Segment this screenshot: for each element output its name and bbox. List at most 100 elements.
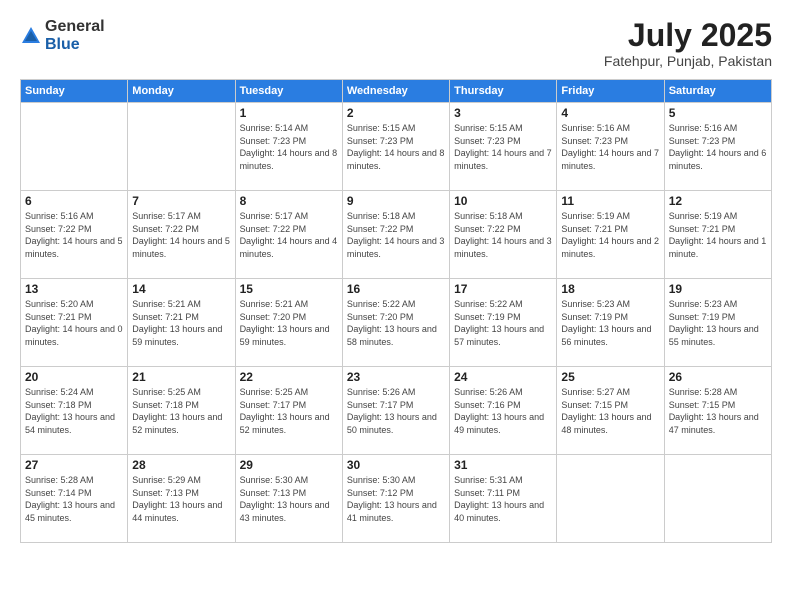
calendar-table: Sunday Monday Tuesday Wednesday Thursday…: [20, 79, 772, 543]
day-info: Sunrise: 5:28 AM Sunset: 7:15 PM Dayligh…: [669, 386, 767, 436]
table-row: 2 Sunrise: 5:15 AM Sunset: 7:23 PM Daylig…: [342, 103, 449, 191]
table-row: 20 Sunrise: 5:24 AM Sunset: 7:18 PM Dayli…: [21, 367, 128, 455]
table-row: 30 Sunrise: 5:30 AM Sunset: 7:12 PM Dayli…: [342, 455, 449, 543]
table-row: 5 Sunrise: 5:16 AM Sunset: 7:23 PM Daylig…: [664, 103, 771, 191]
day-number: 25: [561, 370, 659, 384]
table-row: 1 Sunrise: 5:14 AM Sunset: 7:23 PM Daylig…: [235, 103, 342, 191]
day-number: 16: [347, 282, 445, 296]
day-info: Sunrise: 5:26 AM Sunset: 7:16 PM Dayligh…: [454, 386, 552, 436]
day-info: Sunrise: 5:16 AM Sunset: 7:23 PM Dayligh…: [561, 122, 659, 172]
location: Fatehpur, Punjab, Pakistan: [604, 53, 772, 69]
day-number: 12: [669, 194, 767, 208]
table-row: 15 Sunrise: 5:21 AM Sunset: 7:20 PM Dayli…: [235, 279, 342, 367]
table-row: 25Sunrise: 5:27 AM Sunset: 7:15 PM Dayli…: [557, 367, 664, 455]
day-number: 31: [454, 458, 552, 472]
table-row: 7 Sunrise: 5:17 AM Sunset: 7:22 PM Daylig…: [128, 191, 235, 279]
table-row: 26 Sunrise: 5:28 AM Sunset: 7:15 PM Dayli…: [664, 367, 771, 455]
day-info: Sunrise: 5:16 AM Sunset: 7:23 PM Dayligh…: [669, 122, 767, 172]
day-info: Sunrise: 5:24 AM Sunset: 7:18 PM Dayligh…: [25, 386, 123, 436]
month-title: July 2025: [604, 18, 772, 53]
table-row: 14Sunrise: 5:21 AM Sunset: 7:21 PM Dayli…: [128, 279, 235, 367]
table-row: 22Sunrise: 5:25 AM Sunset: 7:17 PM Dayli…: [235, 367, 342, 455]
day-info: Sunrise: 5:25 AM Sunset: 7:18 PM Dayligh…: [132, 386, 230, 436]
logo-icon: [20, 25, 42, 47]
day-number: 9: [347, 194, 445, 208]
day-number: 28: [132, 458, 230, 472]
table-row: 19Sunrise: 5:23 AM Sunset: 7:19 PM Dayli…: [664, 279, 771, 367]
day-number: 5: [669, 106, 767, 120]
day-info: Sunrise: 5:20 AM Sunset: 7:21 PM Dayligh…: [25, 298, 123, 348]
table-row: 6 Sunrise: 5:16 AM Sunset: 7:22 PM Daylig…: [21, 191, 128, 279]
day-number: 4: [561, 106, 659, 120]
col-monday: Monday: [128, 80, 235, 103]
table-row: 12 Sunrise: 5:19 AM Sunset: 7:21 PM Dayli…: [664, 191, 771, 279]
day-info: Sunrise: 5:23 AM Sunset: 7:19 PM Dayligh…: [561, 298, 659, 348]
day-info: Sunrise: 5:30 AM Sunset: 7:12 PM Dayligh…: [347, 474, 445, 524]
calendar-week-row: 6 Sunrise: 5:16 AM Sunset: 7:22 PM Daylig…: [21, 191, 772, 279]
table-row: 8 Sunrise: 5:17 AM Sunset: 7:22 PM Daylig…: [235, 191, 342, 279]
table-row: 17 Sunrise: 5:22 AM Sunset: 7:19 PM Dayli…: [450, 279, 557, 367]
day-number: 27: [25, 458, 123, 472]
day-info: Sunrise: 5:16 AM Sunset: 7:22 PM Dayligh…: [25, 210, 123, 260]
day-info: Sunrise: 5:18 AM Sunset: 7:22 PM Dayligh…: [347, 210, 445, 260]
table-row: 3 Sunrise: 5:15 AM Sunset: 7:23 PM Daylig…: [450, 103, 557, 191]
table-row: 11Sunrise: 5:19 AM Sunset: 7:21 PM Dayli…: [557, 191, 664, 279]
table-row: 23Sunrise: 5:26 AM Sunset: 7:17 PM Dayli…: [342, 367, 449, 455]
table-row: 21Sunrise: 5:25 AM Sunset: 7:18 PM Dayli…: [128, 367, 235, 455]
day-info: Sunrise: 5:15 AM Sunset: 7:23 PM Dayligh…: [454, 122, 552, 172]
table-row: [664, 455, 771, 543]
table-row: [128, 103, 235, 191]
day-number: 1: [240, 106, 338, 120]
logo-general: General: [45, 18, 105, 36]
day-info: Sunrise: 5:17 AM Sunset: 7:22 PM Dayligh…: [240, 210, 338, 260]
table-row: 16Sunrise: 5:22 AM Sunset: 7:20 PM Dayli…: [342, 279, 449, 367]
day-info: Sunrise: 5:28 AM Sunset: 7:14 PM Dayligh…: [25, 474, 123, 524]
table-row: 28 Sunrise: 5:29 AM Sunset: 7:13 PM Dayli…: [128, 455, 235, 543]
day-info: Sunrise: 5:21 AM Sunset: 7:20 PM Dayligh…: [240, 298, 338, 348]
day-number: 24: [454, 370, 552, 384]
day-info: Sunrise: 5:25 AM Sunset: 7:17 PM Dayligh…: [240, 386, 338, 436]
table-row: 27 Sunrise: 5:28 AM Sunset: 7:14 PM Dayli…: [21, 455, 128, 543]
table-row: 29Sunrise: 5:30 AM Sunset: 7:13 PM Dayli…: [235, 455, 342, 543]
day-info: Sunrise: 5:19 AM Sunset: 7:21 PM Dayligh…: [669, 210, 767, 260]
day-info: Sunrise: 5:21 AM Sunset: 7:21 PM Dayligh…: [132, 298, 230, 348]
day-number: 6: [25, 194, 123, 208]
day-info: Sunrise: 5:18 AM Sunset: 7:22 PM Dayligh…: [454, 210, 552, 260]
logo-text: General Blue: [45, 18, 105, 53]
day-number: 10: [454, 194, 552, 208]
day-number: 7: [132, 194, 230, 208]
table-row: 4 Sunrise: 5:16 AM Sunset: 7:23 PM Daylig…: [557, 103, 664, 191]
col-wednesday: Wednesday: [342, 80, 449, 103]
col-thursday: Thursday: [450, 80, 557, 103]
col-tuesday: Tuesday: [235, 80, 342, 103]
calendar-week-row: 27 Sunrise: 5:28 AM Sunset: 7:14 PM Dayli…: [21, 455, 772, 543]
col-friday: Friday: [557, 80, 664, 103]
day-number: 15: [240, 282, 338, 296]
table-row: 18Sunrise: 5:23 AM Sunset: 7:19 PM Dayli…: [557, 279, 664, 367]
day-number: 19: [669, 282, 767, 296]
calendar-header-row: Sunday Monday Tuesday Wednesday Thursday…: [21, 80, 772, 103]
day-number: 2: [347, 106, 445, 120]
day-number: 26: [669, 370, 767, 384]
day-info: Sunrise: 5:17 AM Sunset: 7:22 PM Dayligh…: [132, 210, 230, 260]
col-saturday: Saturday: [664, 80, 771, 103]
day-number: 30: [347, 458, 445, 472]
day-info: Sunrise: 5:15 AM Sunset: 7:23 PM Dayligh…: [347, 122, 445, 172]
day-info: Sunrise: 5:14 AM Sunset: 7:23 PM Dayligh…: [240, 122, 338, 172]
day-info: Sunrise: 5:30 AM Sunset: 7:13 PM Dayligh…: [240, 474, 338, 524]
day-info: Sunrise: 5:19 AM Sunset: 7:21 PM Dayligh…: [561, 210, 659, 260]
table-row: [21, 103, 128, 191]
day-info: Sunrise: 5:29 AM Sunset: 7:13 PM Dayligh…: [132, 474, 230, 524]
header: General Blue July 2025 Fatehpur, Punjab,…: [20, 18, 772, 69]
col-sunday: Sunday: [21, 80, 128, 103]
table-row: 31Sunrise: 5:31 AM Sunset: 7:11 PM Dayli…: [450, 455, 557, 543]
table-row: 10 Sunrise: 5:18 AM Sunset: 7:22 PM Dayli…: [450, 191, 557, 279]
table-row: 9 Sunrise: 5:18 AM Sunset: 7:22 PM Daylig…: [342, 191, 449, 279]
day-number: 23: [347, 370, 445, 384]
day-number: 8: [240, 194, 338, 208]
day-number: 17: [454, 282, 552, 296]
day-number: 20: [25, 370, 123, 384]
table-row: [557, 455, 664, 543]
day-number: 3: [454, 106, 552, 120]
day-info: Sunrise: 5:22 AM Sunset: 7:19 PM Dayligh…: [454, 298, 552, 348]
